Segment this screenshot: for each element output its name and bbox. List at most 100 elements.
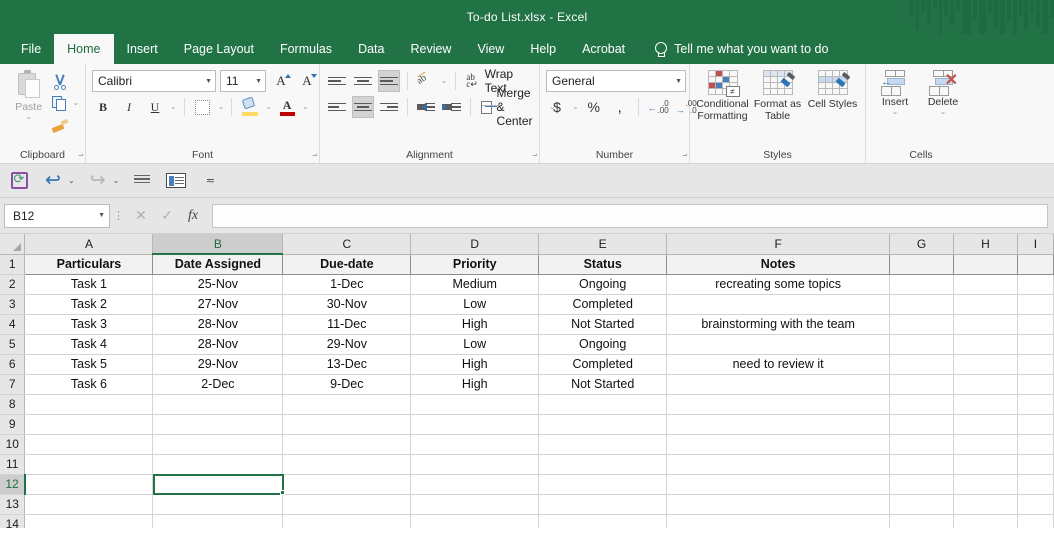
cell-h8[interactable] <box>953 394 1018 415</box>
cell-i10[interactable] <box>1017 434 1054 455</box>
cell-b9[interactable] <box>152 414 284 435</box>
cell-f11[interactable] <box>666 454 891 475</box>
percent-button[interactable]: % <box>583 96 605 118</box>
cell-i8[interactable] <box>1017 394 1054 415</box>
cell-i14[interactable] <box>1017 514 1054 528</box>
cell-c6[interactable]: 13-Dec <box>282 354 412 375</box>
tab-insert[interactable]: Insert <box>114 34 171 64</box>
cell-c13[interactable] <box>282 494 412 515</box>
redo-dropdown-icon[interactable]: ⌄ <box>113 176 120 185</box>
undo-button[interactable]: ↩ <box>42 170 64 192</box>
cell-e11[interactable] <box>538 454 668 475</box>
clipboard-dialog-launcher[interactable] <box>74 151 83 160</box>
cell-e6[interactable]: Completed <box>538 354 668 375</box>
increase-font-size-button[interactable]: A <box>270 70 292 92</box>
tell-me-search[interactable]: Tell me what you want to do <box>638 34 838 64</box>
cell-i12[interactable] <box>1017 474 1054 495</box>
cell-f4[interactable]: brainstorming with the team <box>666 314 891 335</box>
cell-a2[interactable]: Task 1 <box>24 274 154 295</box>
cell-a6[interactable]: Task 5 <box>24 354 154 375</box>
cell-f5[interactable] <box>666 334 891 355</box>
cell-b8[interactable] <box>152 394 284 415</box>
decrease-decimal-button[interactable]: ← .0.00 <box>646 96 670 118</box>
cell-i9[interactable] <box>1017 414 1054 435</box>
cell-e13[interactable] <box>538 494 668 515</box>
cell-i2[interactable] <box>1017 274 1054 295</box>
italic-button[interactable]: I <box>118 96 140 118</box>
cell-d8[interactable] <box>410 394 540 415</box>
orientation-button[interactable]: ab <box>415 70 437 92</box>
cell-c12[interactable] <box>282 474 412 495</box>
bold-button[interactable]: B <box>92 96 114 118</box>
cell-c5[interactable]: 29-Nov <box>282 334 412 355</box>
cell-b5[interactable]: 28-Nov <box>152 334 284 355</box>
cell-e12[interactable] <box>538 474 668 495</box>
number-dialog-launcher[interactable] <box>678 151 687 160</box>
cell-e5[interactable]: Ongoing <box>538 334 668 355</box>
cell-b10[interactable] <box>152 434 284 455</box>
cell-f2[interactable]: recreating some topics <box>666 274 891 295</box>
cell-i5[interactable] <box>1017 334 1054 355</box>
cell-h9[interactable] <box>953 414 1018 435</box>
cell-a1[interactable]: Particulars <box>24 254 154 275</box>
fill-color-button[interactable] <box>239 96 261 118</box>
tab-file[interactable]: File <box>8 34 54 64</box>
cell-h10[interactable] <box>953 434 1018 455</box>
cell-c7[interactable]: 9-Dec <box>282 374 412 395</box>
align-bottom-button[interactable] <box>378 70 400 92</box>
cell-g12[interactable] <box>889 474 955 495</box>
cell-h13[interactable] <box>953 494 1018 515</box>
cell-c14[interactable] <box>282 514 412 528</box>
cell-i7[interactable] <box>1017 374 1054 395</box>
cell-f14[interactable] <box>666 514 891 528</box>
row-header-13[interactable]: 13 <box>0 494 26 515</box>
column-header-f[interactable]: F <box>666 234 891 255</box>
column-header-e[interactable]: E <box>538 234 668 255</box>
cell-g5[interactable] <box>889 334 955 355</box>
paste-button[interactable]: Paste ⌄ <box>6 68 51 121</box>
cell-h14[interactable] <box>953 514 1018 528</box>
cell-g2[interactable] <box>889 274 955 295</box>
cell-e8[interactable] <box>538 394 668 415</box>
cell-f9[interactable] <box>666 414 891 435</box>
decrease-indent-button[interactable] <box>415 96 437 118</box>
cell-g14[interactable] <box>889 514 955 528</box>
comma-style-button[interactable]: , <box>609 96 631 118</box>
row-header-8[interactable]: 8 <box>0 394 26 415</box>
cell-e9[interactable] <box>538 414 668 435</box>
align-left-button[interactable] <box>326 96 348 118</box>
cell-f1[interactable]: Notes <box>666 254 891 275</box>
redo-button[interactable]: ↪ <box>87 170 109 192</box>
cell-h7[interactable] <box>953 374 1018 395</box>
cell-g1[interactable] <box>889 254 955 275</box>
cell-c9[interactable] <box>282 414 412 435</box>
cell-e4[interactable]: Not Started <box>538 314 668 335</box>
number-format-combo[interactable]: General ▼ <box>546 70 686 92</box>
lines-button[interactable] <box>131 170 153 192</box>
cell-h2[interactable] <box>953 274 1018 295</box>
confirm-button[interactable]: ✓ <box>154 204 180 228</box>
cell-c8[interactable] <box>282 394 412 415</box>
chevron-down-icon[interactable]: ⌄ <box>940 108 947 116</box>
font-name-combo[interactable]: Calibri ▼ <box>92 70 216 92</box>
cell-b7[interactable]: 2-Dec <box>152 374 284 395</box>
cell-h1[interactable] <box>953 254 1018 275</box>
cell-b11[interactable] <box>152 454 284 475</box>
cell-b3[interactable]: 27-Nov <box>152 294 284 315</box>
cell-g8[interactable] <box>889 394 955 415</box>
chevron-down-icon[interactable]: ⌄ <box>265 103 272 111</box>
save-sync-button[interactable] <box>8 170 30 192</box>
decrease-font-size-button[interactable]: A <box>296 70 318 92</box>
cell-b2[interactable]: 25-Nov <box>152 274 284 295</box>
cell-e7[interactable]: Not Started <box>538 374 668 395</box>
cell-i4[interactable] <box>1017 314 1054 335</box>
cell-f10[interactable] <box>666 434 891 455</box>
tab-page-layout[interactable]: Page Layout <box>171 34 267 64</box>
tab-view[interactable]: View <box>464 34 517 64</box>
merge-center-button[interactable]: Merge & Center <box>477 86 545 128</box>
cell-a9[interactable] <box>24 414 154 435</box>
cell-a8[interactable] <box>24 394 154 415</box>
chevron-down-icon[interactable]: ⌄ <box>892 108 899 116</box>
tab-acrobat[interactable]: Acrobat <box>569 34 638 64</box>
column-header-h[interactable]: H <box>953 234 1018 255</box>
